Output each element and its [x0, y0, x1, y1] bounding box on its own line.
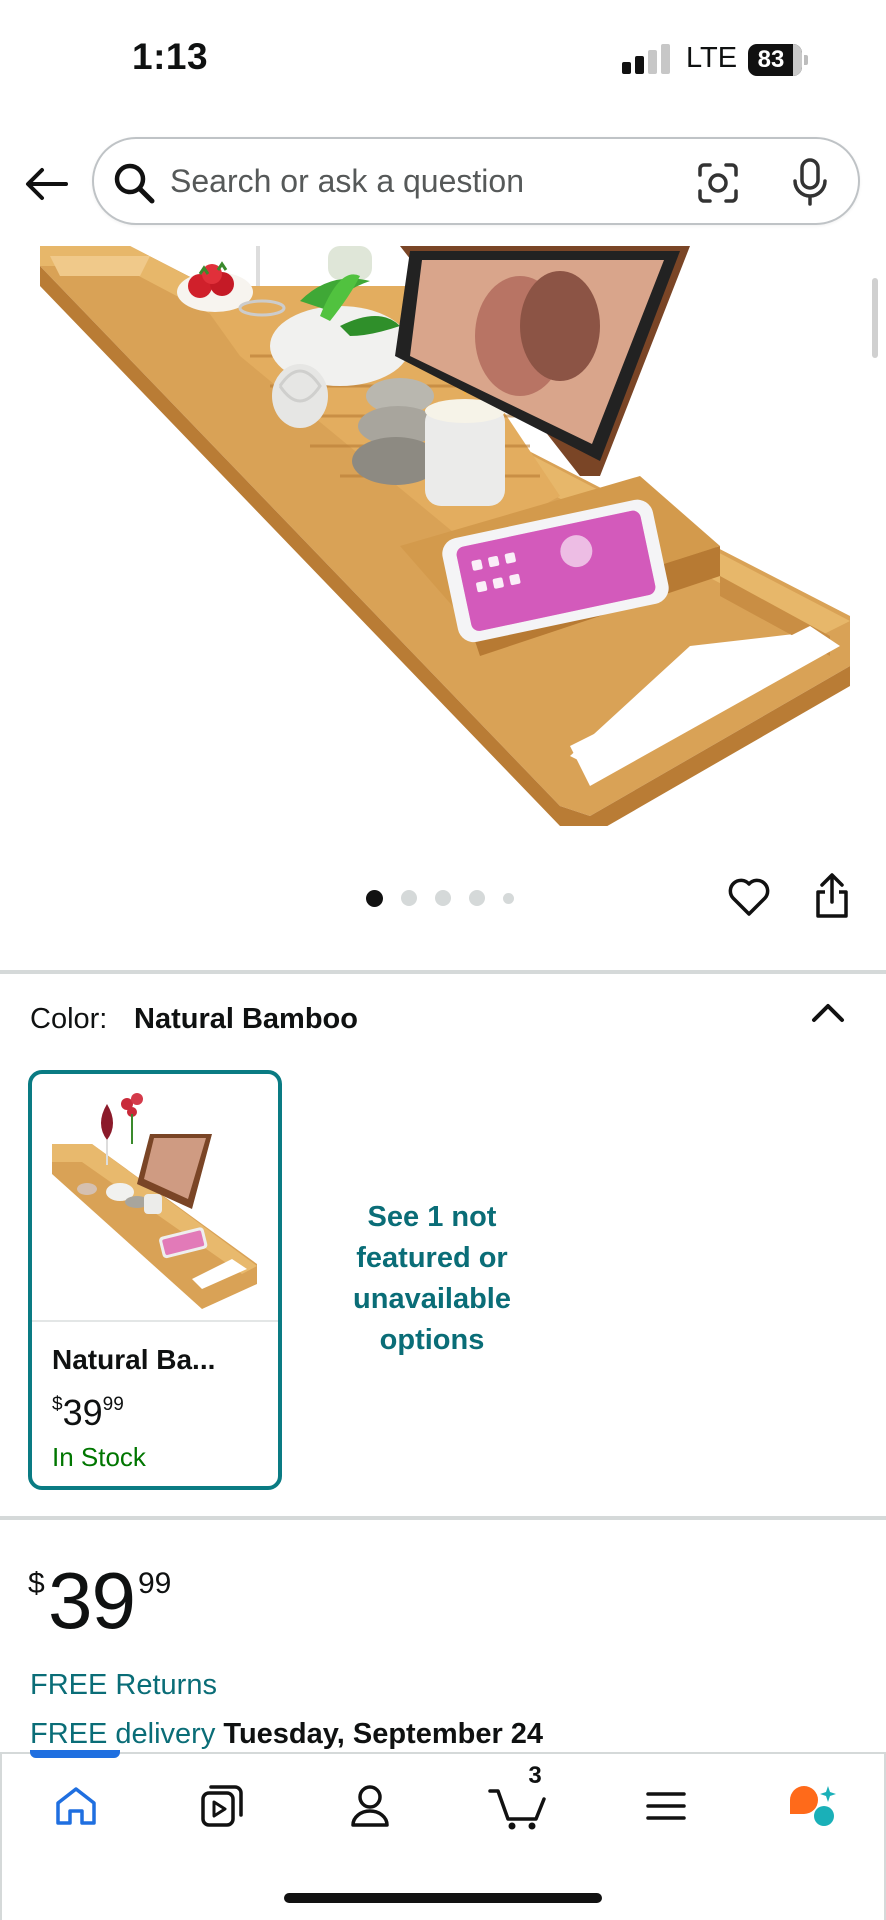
microphone-icon[interactable]	[788, 157, 832, 207]
stock-status: In Stock	[52, 1442, 146, 1472]
menu-icon	[646, 1792, 686, 1820]
status-bar: 1:13 LTE 83	[0, 0, 886, 120]
nav-ai-assistant[interactable]	[782, 1778, 842, 1834]
delivery-info: FREE delivery Tuesday, September 24	[30, 1718, 543, 1751]
carousel-dot[interactable]	[435, 890, 451, 906]
image-carousel-dots[interactable]	[366, 888, 514, 908]
scroll-indicator	[872, 278, 878, 358]
back-button[interactable]	[22, 160, 70, 208]
battery-level: 83	[757, 46, 785, 73]
free-returns-link[interactable]: FREE Returns	[30, 1669, 217, 1702]
see-unavailable-options-link[interactable]: See 1 not featured or unavailable option…	[318, 1197, 546, 1361]
user-icon	[351, 1785, 389, 1827]
share-icon[interactable]	[812, 872, 852, 920]
color-swatch-card[interactable]: Natural Ba... $3999 In Stock	[28, 1070, 282, 1490]
search-bar[interactable]	[92, 137, 860, 225]
carousel-dot[interactable]	[503, 892, 514, 904]
section-divider	[0, 1516, 886, 1520]
swatch-price: $3999	[52, 1392, 124, 1433]
section-divider	[0, 970, 886, 974]
free-delivery-link[interactable]: FREE delivery	[30, 1718, 215, 1750]
ai-assistant-icon	[790, 1786, 836, 1826]
home-indicator	[284, 1893, 602, 1903]
color-label: Color:	[30, 1003, 108, 1035]
search-input[interactable]	[170, 157, 670, 205]
heart-icon[interactable]	[726, 874, 772, 920]
magnifier-icon	[114, 163, 155, 204]
carousel-dot[interactable]	[469, 890, 485, 906]
arrow-left-icon	[26, 168, 68, 200]
status-time: 1:13	[132, 36, 209, 77]
network-type: LTE	[686, 42, 738, 74]
cart-count-badge: 3	[528, 1762, 542, 1789]
nav-video[interactable]	[192, 1778, 252, 1834]
chevron-up-icon[interactable]	[808, 996, 848, 1028]
product-image[interactable]	[0, 246, 886, 826]
video-icon	[201, 1785, 243, 1827]
delivery-date: Tuesday, September 24	[223, 1718, 544, 1750]
camera-lens-icon[interactable]	[694, 159, 742, 207]
nav-account[interactable]	[340, 1778, 400, 1834]
swatch-thumbnail	[52, 1093, 257, 1309]
swatch-name: Natural Ba...	[52, 1344, 216, 1375]
nav-home[interactable]	[46, 1778, 106, 1834]
carousel-dot[interactable]	[401, 890, 417, 906]
selected-color: Natural Bamboo	[134, 1003, 358, 1035]
battery-icon: 83	[748, 44, 808, 76]
home-icon	[56, 1787, 96, 1825]
cellular-signal-icon	[622, 44, 670, 74]
carousel-dot[interactable]	[366, 889, 383, 907]
nav-menu[interactable]	[636, 1778, 696, 1834]
active-tab-indicator	[30, 1750, 120, 1758]
